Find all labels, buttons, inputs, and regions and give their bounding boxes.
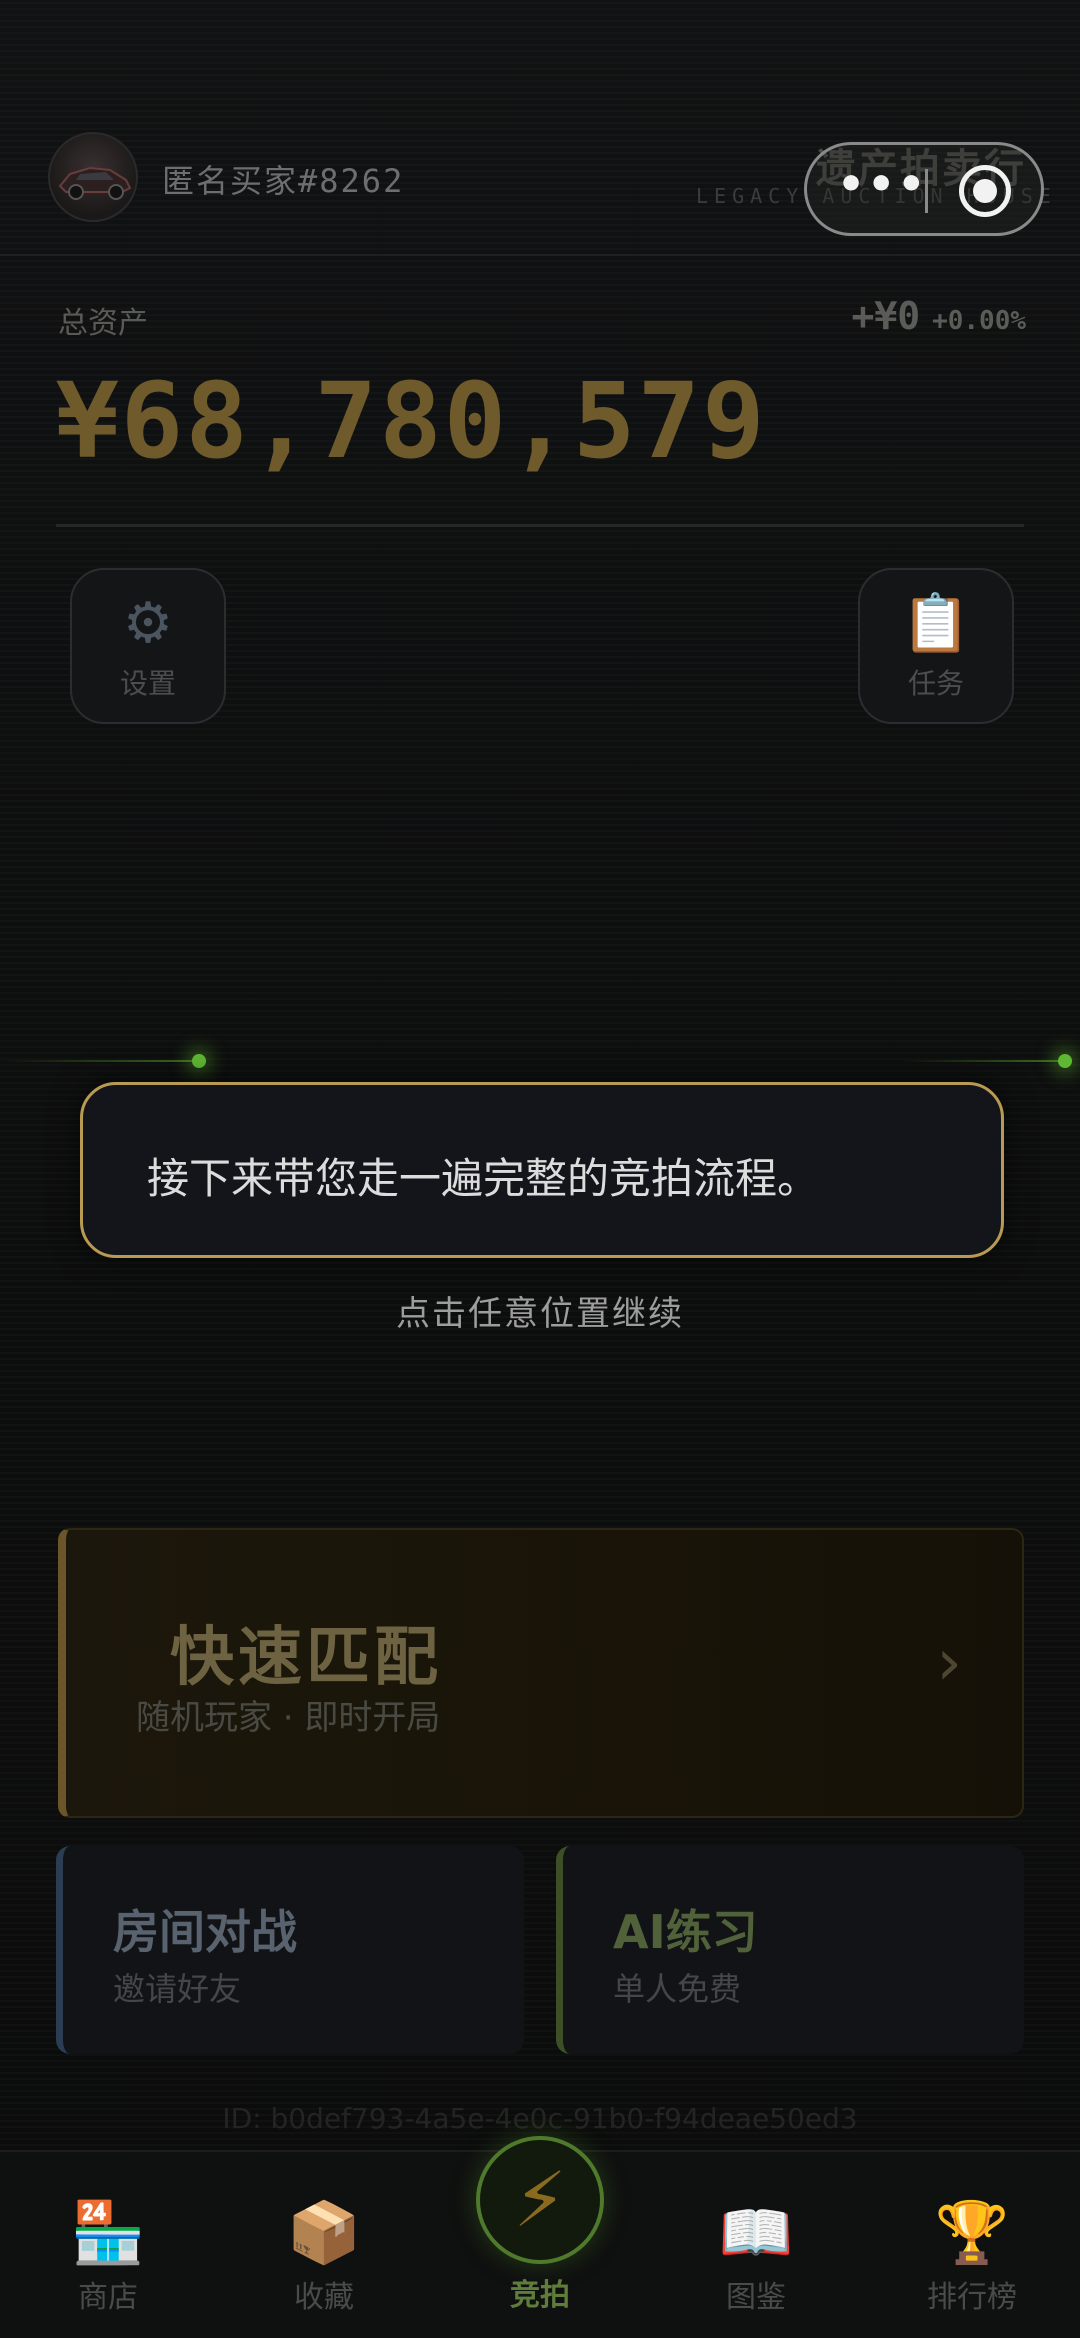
asset-change-percent: +0.00% [932,306,1026,336]
guide-tooltip[interactable]: 接下来带您走一遍完整的竞拍流程。 [80,1082,1004,1258]
settings-button[interactable]: ⚙ 设置 [70,568,226,724]
continue-hint: 点击任意位置继续 [396,1294,684,1334]
chevron-right-icon: › [936,1626,962,1700]
tab-catalog-label: 图鉴 [726,2280,786,2315]
username: 匿名买家#8262 [162,162,405,200]
guide-message: 接下来带您走一遍完整的竞拍流程。 [147,1154,820,1203]
tab-ranking[interactable]: 🏆 排行榜 [864,2200,1080,2316]
ai-practice-card[interactable]: AI练习 单人免费 [556,1846,1024,2054]
trophy-icon: 🏆 [934,2198,1010,2268]
ai-practice-subtitle: 单人免费 [613,1970,742,2008]
room-battle-subtitle: 邀请好友 [113,1970,242,2008]
tasks-button[interactable]: 📋 任务 [858,568,1014,724]
tab-catalog[interactable]: 📖 图鉴 [648,2200,864,2316]
asset-change: +¥0 +0.00% [851,294,1026,338]
book-icon: 📖 [718,2198,794,2268]
avatar[interactable] [48,132,138,222]
quick-match-subtitle: 随机玩家 · 即时开局 [136,1698,441,1738]
box-icon: 📦 [286,2198,362,2268]
room-battle-card[interactable]: 房间对战 邀请好友 [56,1846,524,2054]
asset-change-amount: +¥0 [851,294,921,338]
tab-collection-label: 收藏 [294,2280,354,2315]
guide-dot-left [192,1054,206,1068]
tab-shop-label: 商店 [78,2280,138,2315]
assets-label: 总资产 [58,306,148,341]
guide-line-left [0,1060,200,1062]
shop-icon: 🏪 [70,2198,146,2268]
target-circle-icon[interactable] [959,165,1011,217]
ai-practice-title: AI练习 [613,1905,758,1959]
user-id: ID: b0def793-4a5e-4e0c-91b0-f94deae50ed3 [222,2102,858,2135]
tab-auction[interactable]: ⚡ [476,2136,604,2264]
tab-collection[interactable]: 📦 收藏 [216,2200,432,2316]
quick-match-title: 快速匹配 [170,1621,442,1695]
miniprogram-capsule: ••• [804,142,1044,236]
car-avatar-icon [58,166,132,200]
tasks-label: 任务 [907,667,964,700]
room-battle-title: 房间对战 [113,1905,297,1959]
capsule-divider [925,169,928,213]
tab-shop[interactable]: 🏪 商店 [0,2200,216,2316]
tab-ranking-label: 排行榜 [927,2280,1017,2315]
clipboard-icon: 📋 [901,591,971,656]
divider [56,524,1024,527]
lightning-icon: ⚡ [513,2155,567,2244]
guide-dot-right [1058,1054,1072,1068]
settings-label: 设置 [119,667,176,700]
guide-line-right [900,1060,1066,1062]
top-header: 匿名买家#8262 遗产拍卖行 LEGACY AUCTION HOUSE ••• [0,120,1080,256]
more-dots-icon[interactable]: ••• [837,163,925,217]
quick-match-card[interactable]: 快速匹配 随机玩家 · 即时开局 › [58,1528,1024,1818]
tab-auction-label: 竞拍 [510,2278,570,2313]
total-assets-value: ¥68,780,579 [56,360,767,482]
gear-icon: ⚙ [122,591,174,656]
